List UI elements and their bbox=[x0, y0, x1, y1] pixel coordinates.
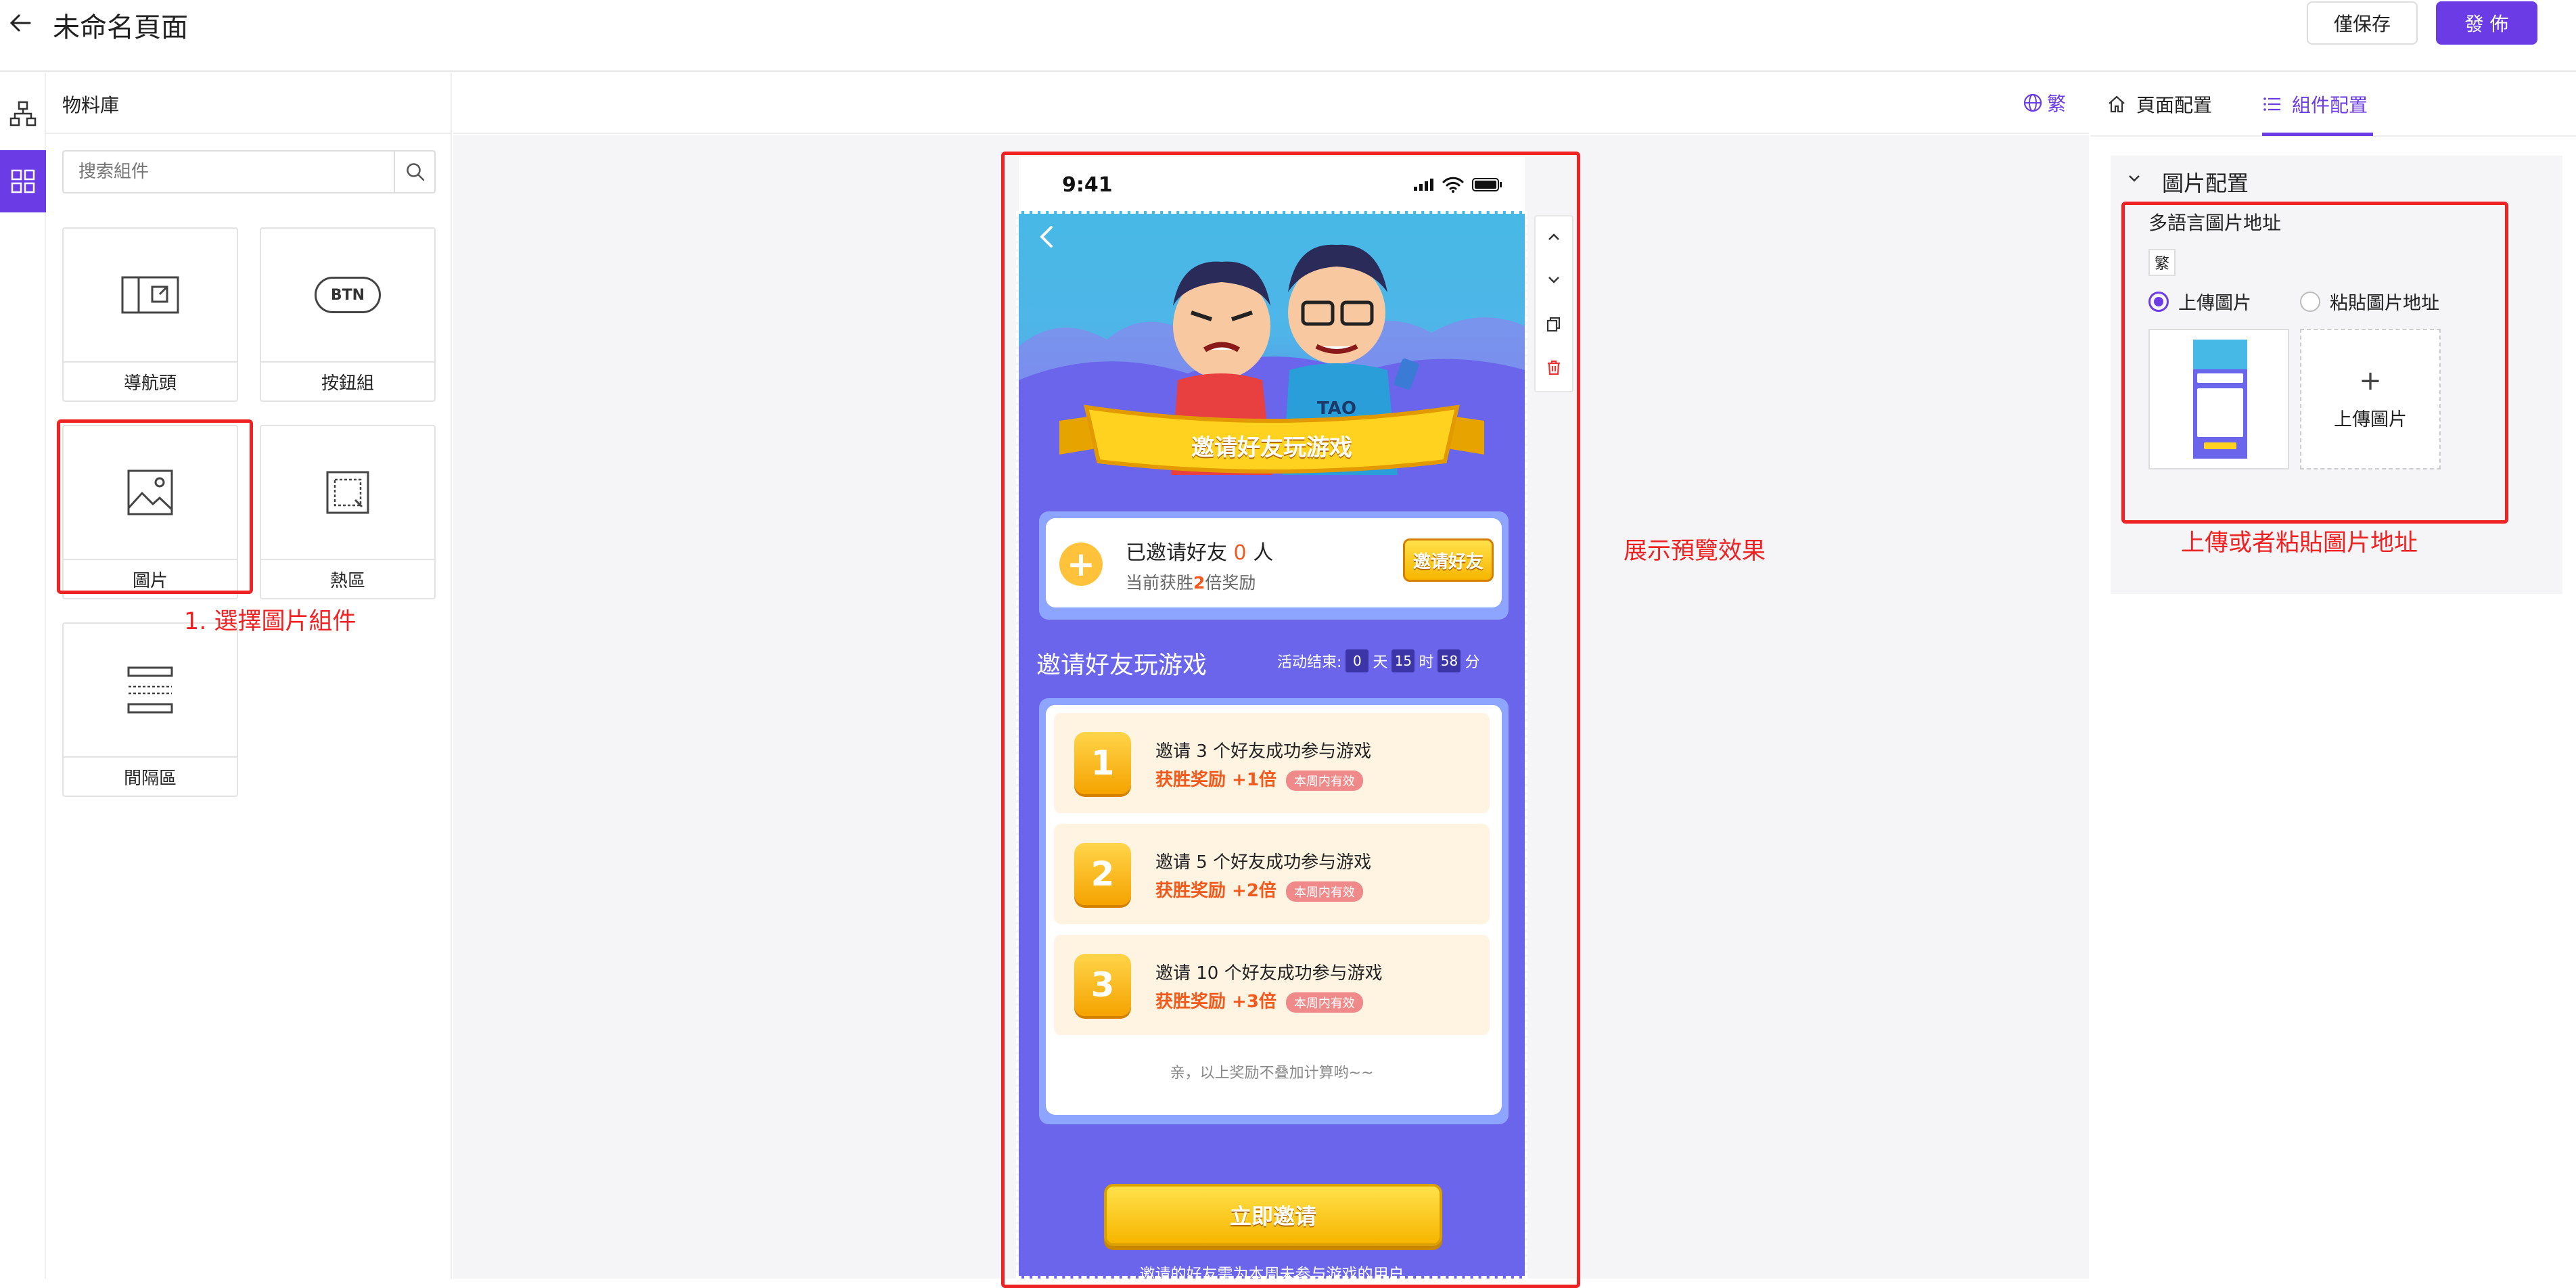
component-spacer[interactable]: 間隔區 bbox=[62, 622, 238, 797]
globe-icon bbox=[2023, 93, 2043, 113]
panel-header: 物料庫 bbox=[46, 73, 452, 134]
search-input[interactable] bbox=[64, 152, 394, 192]
page-title: 未命名頁面 bbox=[53, 12, 188, 43]
grid-icon[interactable] bbox=[0, 150, 46, 212]
section-title: 圖片配置 bbox=[2162, 170, 2249, 196]
back-arrow-icon[interactable] bbox=[7, 9, 34, 37]
annotation-box-upload bbox=[2121, 202, 2508, 524]
home-icon bbox=[2107, 94, 2127, 114]
language-label: 繁 bbox=[2047, 93, 2067, 115]
component-label: 按鈕組 bbox=[261, 361, 434, 400]
annotation-upload: 上傳或者粘貼圖片地址 bbox=[2181, 530, 2418, 557]
component-button-group[interactable]: BTN 按鈕組 bbox=[260, 227, 436, 402]
tab-page-config[interactable]: 頁面配置 bbox=[2107, 91, 2212, 118]
sitemap-icon[interactable] bbox=[0, 83, 46, 145]
panel-title: 物料庫 bbox=[62, 94, 120, 116]
component-hotspot[interactable]: 熱區 bbox=[260, 425, 436, 599]
canvas-header bbox=[453, 73, 2089, 134]
component-nav-header[interactable]: 導航頭 bbox=[62, 227, 238, 402]
language-toggle[interactable]: 繁 bbox=[2023, 89, 2066, 116]
spacer-icon bbox=[64, 624, 237, 756]
button-group-icon: BTN bbox=[261, 229, 434, 361]
component-label: 熱區 bbox=[261, 559, 434, 598]
publish-button[interactable]: 發 佈 bbox=[2436, 1, 2537, 45]
active-tab-indicator bbox=[2262, 133, 2373, 136]
list-icon bbox=[2262, 94, 2282, 114]
component-label: 間隔區 bbox=[64, 756, 237, 796]
left-icon-bar bbox=[0, 73, 46, 1279]
annotation-step1: 1. 選擇圖片組件 bbox=[184, 608, 356, 635]
annotation-box-preview bbox=[1001, 152, 1580, 1288]
annotation-preview: 展示預覽效果 bbox=[1624, 538, 1766, 565]
save-only-button[interactable]: 僅保存 bbox=[2307, 1, 2418, 45]
search-icon[interactable] bbox=[394, 152, 436, 192]
material-library-panel: 物料庫 導航頭 BTN 按鈕組 圖片 熱區 間隔區 bbox=[46, 73, 452, 1279]
tab-component-config[interactable]: 組件配置 bbox=[2262, 91, 2368, 118]
hotspot-icon bbox=[261, 426, 434, 559]
nav-header-icon bbox=[64, 229, 237, 361]
chevron-down-icon[interactable] bbox=[2125, 169, 2143, 187]
component-label: 導航頭 bbox=[64, 361, 237, 400]
top-bar: 未命名頁面 僅保存 發 佈 bbox=[0, 0, 2576, 72]
search-box bbox=[62, 150, 436, 193]
annotation-box-image bbox=[57, 419, 253, 594]
